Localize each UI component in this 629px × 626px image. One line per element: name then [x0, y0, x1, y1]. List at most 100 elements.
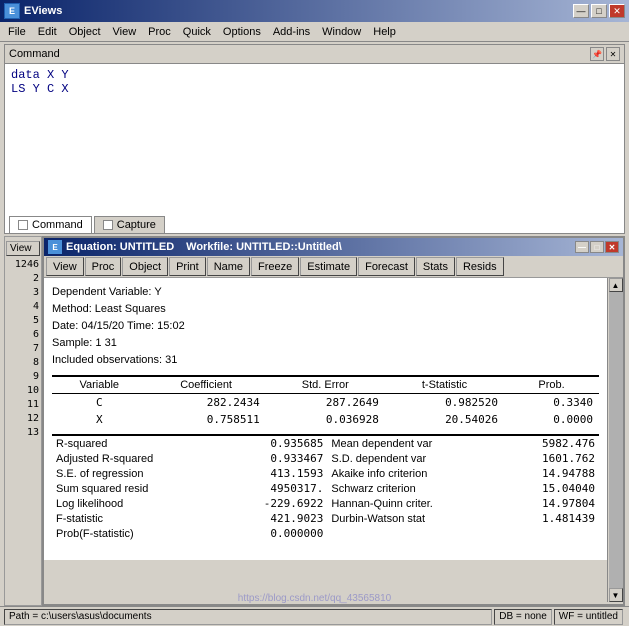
eq-tool-print[interactable]: Print [169, 257, 206, 276]
menu-help[interactable]: Help [367, 24, 402, 40]
stat-hq-value: 14.97804 [502, 496, 599, 511]
row-num-12: 12 [5, 412, 41, 426]
stat-dw-label: Durbin-Watson stat [327, 511, 501, 526]
stat-sddep-value: 1601.762 [502, 451, 599, 466]
tab-command-label: Command [32, 219, 83, 231]
equation-maximize-button[interactable]: □ [590, 241, 604, 253]
command-panel-icons: 📌 ✕ [590, 47, 620, 61]
stats-row-2: Adjusted R-squared 0.933467 S.D. depende… [52, 451, 599, 466]
stats-table: R-squared 0.935685 Mean dependent var 59… [52, 434, 599, 541]
coef-x: 0.758511 [147, 411, 266, 428]
stats-row-6: F-statistic 421.9023 Durbin-Watson stat … [52, 511, 599, 526]
stat-fstat-value: 421.9023 [220, 511, 328, 526]
command-line-1: data X Y [11, 68, 618, 82]
col-stderr: Std. Error [266, 376, 385, 394]
var-x: X [52, 411, 147, 428]
coef-c: 282.2434 [147, 394, 266, 412]
maximize-button[interactable]: □ [591, 4, 607, 18]
eq-tool-view[interactable]: View [46, 257, 84, 276]
eq-tool-estimate[interactable]: Estimate [300, 257, 357, 276]
sample-label: Sample: 1 31 [52, 335, 599, 352]
equation-minimize-button[interactable]: — [575, 241, 589, 253]
eq-tool-proc[interactable]: Proc [85, 257, 122, 276]
equation-title-buttons: — □ ✕ [575, 241, 619, 253]
row-num-1: 1246 [5, 258, 41, 272]
menu-options[interactable]: Options [217, 24, 267, 40]
main-area: View 1246 2 3 4 5 6 7 8 9 10 11 12 13 E … [4, 236, 625, 606]
equation-close-button[interactable]: ✕ [605, 241, 619, 253]
variable-table: Variable Coefficient Std. Error t-Statis… [52, 375, 599, 428]
eq-tool-resids[interactable]: Resids [456, 257, 504, 276]
equation-icon: E [48, 240, 62, 254]
command-panel-label: Command [9, 48, 60, 60]
menu-bar: File Edit Object View Proc Quick Options… [0, 22, 629, 42]
stat-loglik-label: Log likelihood [52, 496, 220, 511]
tab-bar: Command Capture [5, 216, 169, 233]
command-line-2: LS Y C X [11, 82, 618, 96]
eq-tool-forecast[interactable]: Forecast [358, 257, 415, 276]
eq-tool-freeze[interactable]: Freeze [251, 257, 299, 276]
close-panel-icon[interactable]: ✕ [606, 47, 620, 61]
app-title: EViews [24, 5, 62, 17]
equation-content[interactable]: Dependent Variable: Y Method: Least Squa… [44, 278, 607, 560]
title-bar-buttons: — □ ✕ [573, 4, 625, 18]
tstat-c: 0.982520 [385, 394, 504, 412]
status-wf: WF = untitled [554, 609, 623, 625]
row-num-2: 2 [5, 272, 41, 286]
equation-title-bar: E Equation: UNTITLED Workfile: UNTITLED:… [44, 238, 623, 256]
tab-capture[interactable]: Capture [94, 216, 165, 233]
view-button[interactable]: View [6, 241, 40, 256]
minimize-button[interactable]: — [573, 4, 589, 18]
menu-window[interactable]: Window [316, 24, 367, 40]
table-row: X 0.758511 0.036928 20.54026 0.0000 [52, 411, 599, 428]
scroll-track[interactable] [609, 292, 623, 588]
menu-addins[interactable]: Add-ins [267, 24, 316, 40]
stat-ssr-value: 4950317. [220, 481, 328, 496]
stat-aic-label: Akaike info criterion [327, 466, 501, 481]
row-num-8: 8 [5, 356, 41, 370]
col-coefficient: Coefficient [147, 376, 266, 394]
menu-quick[interactable]: Quick [177, 24, 217, 40]
stat-schwarz-label: Schwarz criterion [327, 481, 501, 496]
menu-edit[interactable]: Edit [32, 24, 63, 40]
eq-tool-stats[interactable]: Stats [416, 257, 455, 276]
close-button[interactable]: ✕ [609, 4, 625, 18]
prob-c: 0.3340 [504, 394, 599, 412]
tstat-x: 20.54026 [385, 411, 504, 428]
stats-row-7: Prob(F-statistic) 0.000000 [52, 526, 599, 541]
menu-view[interactable]: View [107, 24, 143, 40]
menu-proc[interactable]: Proc [142, 24, 177, 40]
stat-hq-label: Hannan-Quinn criter. [327, 496, 501, 511]
vertical-scrollbar[interactable]: ▲ ▼ [607, 278, 623, 602]
stderr-c: 287.2649 [266, 394, 385, 412]
col-variable: Variable [52, 376, 147, 394]
scroll-up-button[interactable]: ▲ [609, 278, 623, 292]
stat-probf-label: Prob(F-statistic) [52, 526, 220, 541]
stat-sddep-label: S.D. dependent var [327, 451, 501, 466]
stat-rsq-label: R-squared [52, 435, 220, 451]
stat-adjrsq-value: 0.933467 [220, 451, 328, 466]
pin-icon[interactable]: 📌 [590, 47, 604, 61]
scroll-down-button[interactable]: ▼ [609, 588, 623, 602]
equation-header-info: Dependent Variable: Y Method: Least Squa… [52, 284, 599, 369]
eq-tool-name[interactable]: Name [207, 257, 250, 276]
equation-window: E Equation: UNTITLED Workfile: UNTITLED:… [42, 236, 625, 606]
stats-row-3: S.E. of regression 413.1593 Akaike info … [52, 466, 599, 481]
stat-rsq-value: 0.935685 [220, 435, 328, 451]
tab-command[interactable]: Command [9, 216, 92, 233]
tab-capture-label: Capture [117, 219, 156, 231]
stat-meandep-value: 5982.476 [502, 435, 599, 451]
command-content[interactable]: data X Y LS Y C X [5, 64, 624, 100]
title-bar-left: E EViews [4, 3, 62, 19]
status-path: Path = c:\users\asus\documents [4, 609, 492, 625]
stats-row-4: Sum squared resid 4950317. Schwarz crite… [52, 481, 599, 496]
eq-tool-object[interactable]: Object [122, 257, 168, 276]
menu-file[interactable]: File [2, 24, 32, 40]
stat-aic-value: 14.94788 [502, 466, 599, 481]
menu-object[interactable]: Object [63, 24, 107, 40]
stat-ssr-label: Sum squared resid [52, 481, 220, 496]
table-row: C 282.2434 287.2649 0.982520 0.3340 [52, 394, 599, 412]
title-bar: E EViews — □ ✕ [0, 0, 629, 22]
stat-fstat-label: F-statistic [52, 511, 220, 526]
status-bar: Path = c:\users\asus\documents DB = none… [0, 606, 629, 626]
